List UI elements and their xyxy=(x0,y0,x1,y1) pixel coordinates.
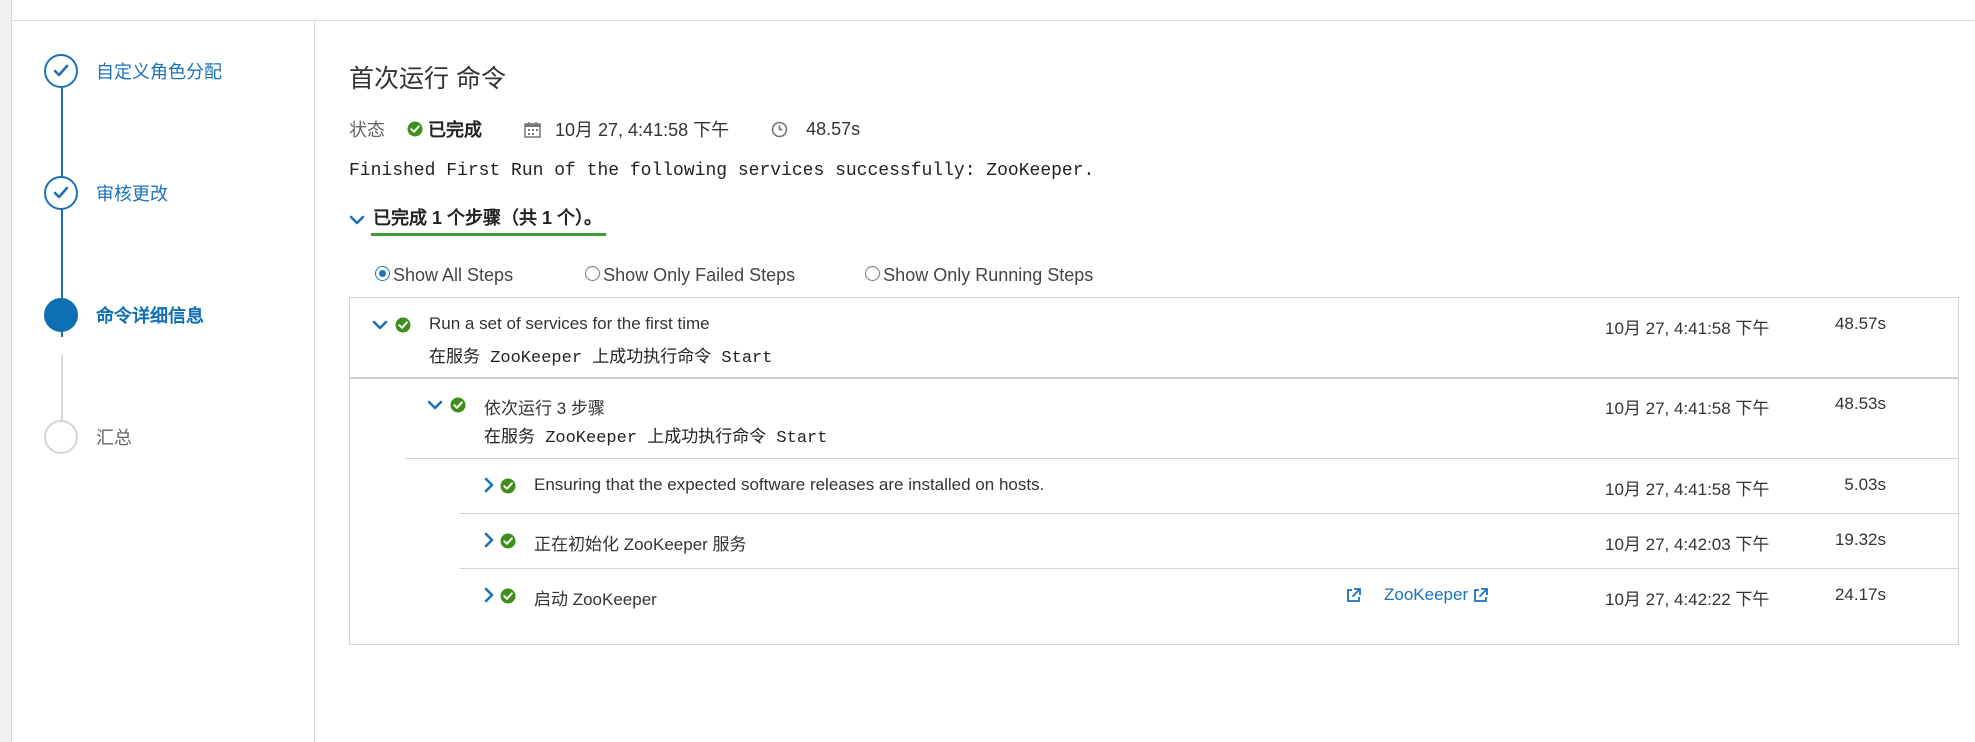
wizard-step-label: 汇总 xyxy=(96,428,132,448)
success-check-icon xyxy=(500,588,516,604)
chevron-down-icon xyxy=(349,215,365,225)
step-subtitle: 在服务 ZooKeeper 上成功执行命令 Start xyxy=(484,429,828,448)
duration-value: 48.57s xyxy=(806,118,861,139)
success-check-icon xyxy=(450,397,466,413)
filter-label: Show Only Running Steps xyxy=(883,264,1094,285)
filter-running-steps[interactable]: Show Only Running Steps xyxy=(865,265,1093,286)
chevron-down-icon[interactable] xyxy=(372,319,388,331)
radio-unselected[interactable] xyxy=(585,265,601,281)
step-title: Ensuring that the expected software rele… xyxy=(534,475,1045,494)
step-title: Run a set of services for the first time xyxy=(429,314,710,333)
left-edge-strip xyxy=(0,0,12,742)
step-duration: 24.17s xyxy=(1834,585,1886,604)
external-link-icon[interactable] xyxy=(1345,587,1362,604)
filter-all-steps[interactable]: Show All Steps xyxy=(375,265,513,286)
filter-failed-steps[interactable]: Show Only Failed Steps xyxy=(585,265,795,286)
wizard-sidebar: 自定义角色分配 审核更改 命令详细信息 汇总 xyxy=(12,21,314,742)
clock-icon xyxy=(771,121,788,137)
chevron-right-icon[interactable] xyxy=(483,477,495,493)
wizard-step-review-changes[interactable]: 审核更改 xyxy=(44,175,168,211)
steps-summary-toggle[interactable]: 已完成 1 个步骤（共 1 个）。 xyxy=(349,204,607,236)
table-row: 正在初始化 ZooKeeper 服务 10月 27, 4:42:03 下午 19… xyxy=(350,514,1958,568)
step-duration: 48.53s xyxy=(1834,394,1886,413)
step-duration: 48.57s xyxy=(1834,314,1886,333)
step-title: 依次运行 3 步骤 xyxy=(484,399,605,418)
success-check-icon xyxy=(395,317,411,333)
chevron-right-icon[interactable] xyxy=(483,532,495,548)
success-check-icon xyxy=(500,533,516,549)
success-check-icon xyxy=(500,478,516,494)
step-timestamp: 10月 27, 4:41:58 下午 xyxy=(1605,399,1770,418)
table-row: 依次运行 3 步骤 在服务 ZooKeeper 上成功执行命令 Start 10… xyxy=(350,379,1958,457)
radio-unselected[interactable] xyxy=(865,265,881,281)
chevron-down-icon[interactable] xyxy=(427,399,443,411)
external-link-icon xyxy=(1474,587,1489,602)
step-timestamp: 10月 27, 4:42:03 下午 xyxy=(1605,535,1770,554)
command-result-message: Finished First Run of the following serv… xyxy=(349,161,1095,181)
step-done-circle xyxy=(44,54,78,88)
step-title: 正在初始化 ZooKeeper 服务 xyxy=(534,535,747,554)
check-icon xyxy=(53,64,69,77)
success-check-icon xyxy=(407,121,423,137)
filter-label: Show Only Failed Steps xyxy=(603,264,796,285)
start-time: 10月 27, 4:41:58 下午 xyxy=(524,116,729,142)
service-link-label[interactable]: ZooKeeper xyxy=(1384,585,1468,605)
table-row: 启动 ZooKeeper ZooKeeper 10月 27, 4:42:22 下… xyxy=(350,569,1958,623)
steps-summary-text: 已完成 1 个步骤（共 1 个）。 xyxy=(371,204,607,236)
wizard-step-label: 审核更改 xyxy=(96,184,168,204)
wizard-step-summary[interactable]: 汇总 xyxy=(44,419,132,455)
steps-table: Run a set of services for the first time… xyxy=(349,297,1959,645)
step-todo-circle xyxy=(44,420,78,454)
wizard-step-label: 命令详细信息 xyxy=(96,306,204,326)
service-link-zookeeper[interactable]: ZooKeeper xyxy=(1384,585,1489,605)
wizard-step-label: 自定义角色分配 xyxy=(96,62,222,82)
status-badge: 已完成 xyxy=(407,116,482,142)
step-timestamp: 10月 27, 4:41:58 下午 xyxy=(1605,319,1770,338)
start-time-value: 10月 27, 4:41:58 下午 xyxy=(555,120,730,140)
radio-selected[interactable] xyxy=(375,265,390,281)
status-value: 已完成 xyxy=(428,120,482,140)
calendar-icon xyxy=(524,121,541,138)
filter-label: Show All Steps xyxy=(393,264,514,285)
duration: 48.57s xyxy=(771,119,860,140)
step-duration: 5.03s xyxy=(1844,475,1886,494)
step-timestamp: 10月 27, 4:42:22 下午 xyxy=(1605,590,1770,609)
step-duration: 19.32s xyxy=(1834,530,1886,549)
table-row: Ensuring that the expected software rele… xyxy=(350,459,1958,513)
step-done-circle xyxy=(44,176,78,210)
step-subtitle: 在服务 ZooKeeper 上成功执行命令 Start xyxy=(429,349,773,368)
step-filter-group: Show All Steps Show Only Failed Steps Sh… xyxy=(375,263,1093,287)
check-icon xyxy=(53,186,69,199)
page-title: 首次运行 命令 xyxy=(349,65,506,93)
wizard-step-command-details[interactable]: 命令详细信息 xyxy=(44,297,204,333)
chevron-right-icon[interactable] xyxy=(483,587,495,603)
step-current-circle xyxy=(44,298,78,332)
command-status-row: 状态 已完成 10月 27, 4:41:58 下午 48.57s xyxy=(349,117,860,141)
sidebar-divider xyxy=(314,21,315,742)
status-label: 状态 xyxy=(349,120,385,140)
wizard-step-custom-role-assignment[interactable]: 自定义角色分配 xyxy=(44,53,222,89)
table-row: Run a set of services for the first time… xyxy=(350,298,1958,377)
step-timestamp: 10月 27, 4:41:58 下午 xyxy=(1605,480,1770,499)
step-title: 启动 ZooKeeper xyxy=(534,590,657,609)
